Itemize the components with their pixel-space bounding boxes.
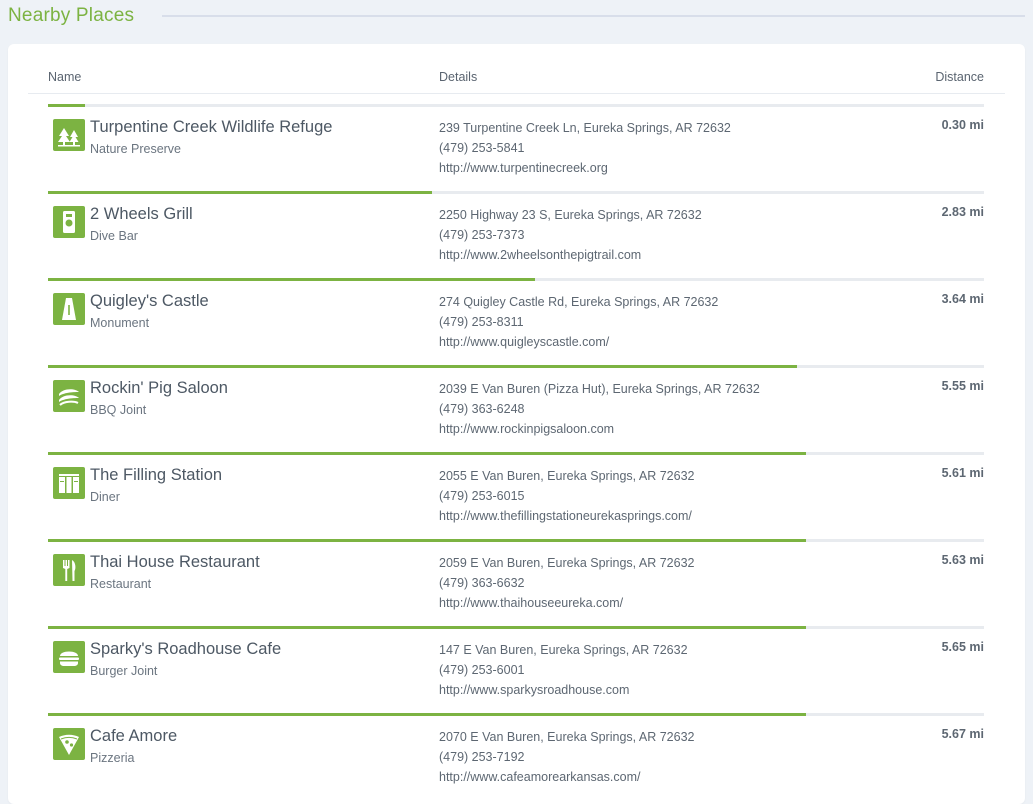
distance-bar-fill [48,452,807,455]
distance-bar-fill [48,278,535,281]
place-category: BBQ Joint [90,403,147,417]
place-website-link[interactable]: http://www.turpentinecreek.org [439,158,731,178]
place-name[interactable]: Quigley's Castle [90,292,209,311]
distance-bar [48,539,984,542]
place-category: Burger Joint [90,664,158,678]
place-website-link[interactable]: http://www.thefillingstationeurekaspring… [439,506,695,526]
distance-bar [48,452,984,455]
distance-bar-fill [48,626,807,629]
distance-bar [48,713,984,716]
place-category: Dive Bar [90,229,138,243]
place-category: Restaurant [90,577,152,591]
section-header: Nearby Places [0,0,1033,34]
diner-icon [53,467,85,499]
place-phone: (479) 363-6632 [439,576,525,590]
table-row[interactable]: Rockin' Pig Saloon BBQ Joint 2039 E Van Bu… [48,365,984,452]
place-details: 147 E Van Buren, Eureka Springs, AR 7263… [439,640,688,700]
place-distance: 5.65 mi [941,640,984,654]
place-category: Pizzeria [90,751,135,765]
place-name[interactable]: Thai House Restaurant [90,553,260,572]
distance-bar-fill [48,539,807,542]
place-phone: (479) 253-5841 [439,141,525,155]
place-category: Diner [90,490,120,504]
pizza-icon [53,728,85,760]
place-address: 2059 E Van Buren, Eureka Springs, AR 726… [439,556,695,570]
distance-bar [48,626,984,629]
table-row[interactable]: Turpentine Creek Wildlife Refuge Nature P… [48,104,984,191]
place-website-link[interactable]: http://www.thaihouseeureka.com/ [439,593,695,613]
place-details: 2039 E Van Buren (Pizza Hut), Eureka Spr… [439,379,760,439]
place-website-link[interactable]: http://www.sparkysroadhouse.com [439,680,688,700]
place-website-link[interactable]: http://www.quigleyscastle.com/ [439,332,718,352]
place-phone: (479) 253-6015 [439,489,525,503]
place-distance: 2.83 mi [941,205,984,219]
place-phone: (479) 253-7373 [439,228,525,242]
place-name[interactable]: 2 Wheels Grill [90,205,193,224]
distance-bar-fill [48,713,807,716]
place-address: 2039 E Van Buren (Pizza Hut), Eureka Spr… [439,382,760,396]
section-title: Nearby Places [8,5,135,26]
place-name[interactable]: Turpentine Creek Wildlife Refuge [90,118,332,137]
place-name[interactable]: Cafe Amore [90,727,177,746]
place-distance: 5.55 mi [941,379,984,393]
distance-bar [48,191,984,194]
place-address: 274 Quigley Castle Rd, Eureka Springs, A… [439,295,719,309]
trees-icon [53,119,85,151]
place-address: 2070 E Van Buren, Eureka Springs, AR 726… [439,730,695,744]
place-address: 2055 E Van Buren, Eureka Springs, AR 726… [439,469,695,483]
place-details: 2059 E Van Buren, Eureka Springs, AR 726… [439,553,695,613]
place-details: 239 Turpentine Creek Ln, Eureka Springs,… [439,118,731,178]
place-distance: 5.61 mi [941,466,984,480]
place-address: 239 Turpentine Creek Ln, Eureka Springs,… [439,121,731,135]
place-details: 274 Quigley Castle Rd, Eureka Springs, A… [439,292,718,352]
table-row[interactable]: Sparky's Roadhouse Cafe Burger Joint 147 E… [48,626,984,713]
place-distance: 0.30 mi [941,118,984,132]
table-row[interactable]: The Filling Station Diner 2055 E Van Buren… [48,452,984,539]
place-name[interactable]: Sparky's Roadhouse Cafe [90,640,281,659]
table-row[interactable]: Thai House Restaurant Restaurant 2059 E Va… [48,539,984,626]
table-header: Name Details Distance [28,44,1005,94]
distance-bar-fill [48,191,432,194]
place-address: 147 E Van Buren, Eureka Springs, AR 7263… [439,643,688,657]
column-header-distance[interactable]: Distance [935,70,984,84]
place-website-link[interactable]: http://www.rockinpigsaloon.com [439,419,760,439]
place-distance: 3.64 mi [941,292,984,306]
distance-bar-fill [48,104,86,107]
fork-knife-icon [53,554,85,586]
table-row[interactable]: 2 Wheels Grill Dive Bar 2250 Highway 23 S,… [48,191,984,278]
bar-drink-icon [53,206,85,238]
table-row[interactable]: Quigley's Castle Monument 274 Quigley Cast… [48,278,984,365]
bbq-icon [53,380,85,412]
place-category: Nature Preserve [90,142,182,156]
place-details: 2250 Highway 23 S, Eureka Springs, AR 72… [439,205,702,265]
distance-bar [48,365,984,368]
distance-bar [48,278,984,281]
place-distance: 5.67 mi [941,727,984,741]
distance-bar-fill [48,365,797,368]
place-address: 2250 Highway 23 S, Eureka Springs, AR 72… [439,208,702,222]
column-header-details[interactable]: Details [439,70,477,84]
place-name[interactable]: The Filling Station [90,466,222,485]
burger-icon [53,641,85,673]
place-category: Monument [90,316,150,330]
table-row[interactable]: Cafe Amore Pizzeria 2070 E Van Buren, Eure… [48,713,984,800]
place-website-link[interactable]: http://www.cafeamorearkansas.com/ [439,767,695,787]
place-phone: (479) 253-8311 [439,315,524,329]
place-name[interactable]: Rockin' Pig Saloon [90,379,228,398]
place-details: 2055 E Van Buren, Eureka Springs, AR 726… [439,466,695,526]
section-divider [162,15,1025,17]
nearby-places-card: Name Details Distance Turpentine Creek W… [8,44,1025,804]
distance-bar [48,104,984,107]
place-phone: (479) 363-6248 [439,402,525,416]
place-phone: (479) 253-7192 [439,750,525,764]
place-details: 2070 E Van Buren, Eureka Springs, AR 726… [439,727,695,787]
place-phone: (479) 253-6001 [439,663,525,677]
column-header-name[interactable]: Name [48,70,81,84]
place-website-link[interactable]: http://www.2wheelsonthepigtrail.com [439,245,702,265]
monument-icon [53,293,85,325]
place-distance: 5.63 mi [941,553,984,567]
